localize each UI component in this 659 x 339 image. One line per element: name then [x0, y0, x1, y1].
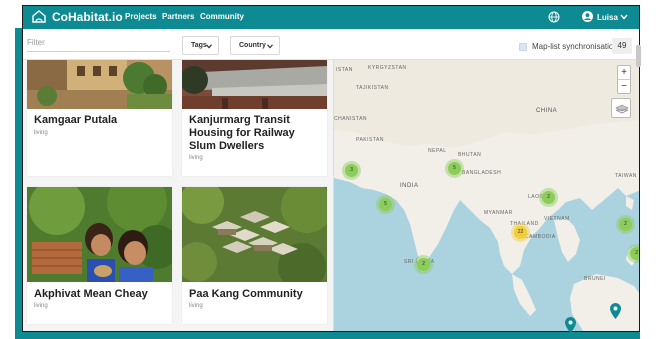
- background-accent-left: [15, 28, 22, 334]
- project-title[interactable]: Kamgaar Putala: [34, 114, 166, 127]
- map-cluster-marker[interactable]: 3: [345, 164, 358, 177]
- map-zoom-control: + −: [617, 65, 631, 94]
- project-image: [182, 187, 327, 282]
- country-dropdown[interactable]: Country: [230, 36, 280, 55]
- map-cluster-marker[interactable]: 5: [448, 162, 461, 175]
- map-label: NEPAL: [428, 148, 447, 154]
- project-image: [182, 60, 327, 109]
- project-list: Kamgaar Putala living Kanjurmarg Transit…: [22, 60, 333, 331]
- page-scrollbar-thumb[interactable]: [636, 45, 641, 67]
- map-pin-icon[interactable]: [610, 303, 621, 319]
- map-cluster-marker[interactable]: 5: [379, 198, 392, 211]
- map-cluster-marker[interactable]: 2: [417, 258, 430, 271]
- project-image: [27, 187, 172, 282]
- zoom-out-button[interactable]: −: [618, 80, 630, 94]
- nav-link-community[interactable]: Community: [200, 12, 244, 21]
- project-category: living: [189, 303, 203, 309]
- layers-icon: [615, 104, 629, 114]
- map-label: PAKISTAN: [356, 137, 384, 143]
- map-label: KYRGYZSTAN: [368, 65, 407, 71]
- results-count-badge: 49: [612, 38, 632, 54]
- country-dropdown-label: Country: [239, 42, 266, 49]
- filter-input[interactable]: [27, 34, 170, 52]
- map-label: BANGLADESH: [462, 170, 502, 176]
- map-cluster-marker[interactable]: 22: [514, 226, 527, 239]
- map-layers-button[interactable]: [611, 98, 631, 118]
- map-cluster-marker[interactable]: 2: [630, 247, 639, 260]
- top-navbar: CoHabitat.io Projects Partners Community…: [22, 5, 639, 29]
- project-category: living: [189, 155, 203, 161]
- map-label: ISTAN: [336, 67, 353, 73]
- project-card-akphivat-mean-cheay[interactable]: Akphivat Mean Cheay living: [27, 187, 172, 324]
- chevron-down-icon[interactable]: [620, 14, 628, 20]
- map-sync-checkbox[interactable]: [519, 43, 527, 51]
- map-label: BHUTAN: [458, 152, 482, 158]
- map-label: TAIWAN: [615, 173, 637, 179]
- zoom-in-button[interactable]: +: [618, 66, 630, 80]
- chevron-down-icon: [206, 44, 212, 49]
- project-title[interactable]: Akphivat Mean Cheay: [34, 288, 166, 301]
- map-cluster-marker[interactable]: 2: [619, 218, 632, 231]
- map-cluster-marker[interactable]: 2: [542, 191, 555, 204]
- project-card-kamgaar-putala[interactable]: Kamgaar Putala living: [27, 60, 172, 176]
- nav-link-projects[interactable]: Projects: [125, 12, 157, 21]
- map-label: TAJIKISTAN: [356, 85, 389, 91]
- map-label: INDIA: [400, 183, 419, 189]
- project-category: living: [34, 130, 48, 136]
- map-label: BRUNEI: [584, 276, 606, 282]
- tags-dropdown[interactable]: Tags: [182, 36, 219, 55]
- map-land: [334, 60, 639, 331]
- map-label: VIETNAM: [544, 216, 570, 222]
- map-label: CHINA: [536, 108, 558, 114]
- brand-name[interactable]: CoHabitat.io: [52, 10, 123, 24]
- globe-icon[interactable]: [548, 11, 560, 23]
- screenshot-frame: CoHabitat.io Projects Partners Community…: [0, 0, 659, 339]
- map-label: CAMBODIA: [525, 234, 556, 240]
- house-hands-icon[interactable]: [31, 9, 47, 24]
- map-label: THAILAND: [510, 221, 539, 227]
- project-card-paa-kang-community[interactable]: Paa Kang Community living: [182, 187, 327, 324]
- project-map[interactable]: ISTAN KYRGYZSTAN TAJIKISTAN CHANISTAN PA…: [333, 60, 639, 331]
- map-sync-label[interactable]: Map-list synchronisation: [532, 42, 618, 51]
- chevron-down-icon: [267, 44, 273, 49]
- project-category: living: [34, 303, 48, 309]
- map-label: MYANMAR: [484, 210, 513, 216]
- project-image: [27, 60, 172, 109]
- user-name[interactable]: Luisa: [597, 13, 618, 22]
- nav-link-partners[interactable]: Partners: [162, 12, 194, 21]
- project-title[interactable]: Paa Kang Community: [189, 288, 321, 301]
- map-pin-icon[interactable]: [565, 317, 576, 333]
- background-accent-bottom: [15, 332, 640, 339]
- map-label: CHANISTAN: [334, 116, 368, 122]
- tags-dropdown-label: Tags: [191, 42, 207, 49]
- project-card-kanjurmarg[interactable]: Kanjurmarg Transit Housing for Railway S…: [182, 60, 327, 176]
- project-title[interactable]: Kanjurmarg Transit Housing for Railway S…: [189, 114, 321, 153]
- app-window: CoHabitat.io Projects Partners Community…: [22, 5, 640, 332]
- filter-bar: Tags Country Map-list synchronisation 49: [22, 29, 639, 60]
- user-circle-icon[interactable]: [582, 11, 593, 22]
